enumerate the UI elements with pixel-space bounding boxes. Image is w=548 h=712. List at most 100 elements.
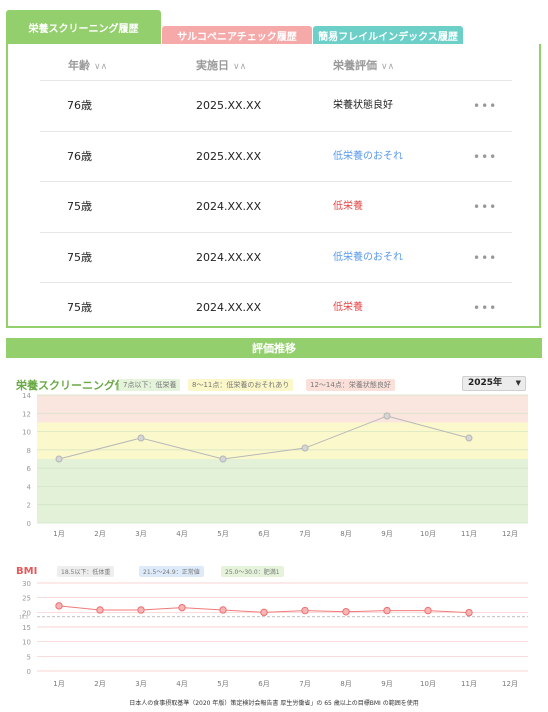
data-point [301, 444, 309, 452]
column-header-date[interactable]: 実施日 ∨∧ [196, 57, 246, 73]
data-point [96, 606, 104, 614]
x-tick-label: 3月 [135, 680, 146, 688]
table-row[interactable]: 76歳 2025.XX.XX 栄養状態良好 ••• [40, 80, 512, 130]
y-tick-label: 5 [27, 653, 31, 661]
data-point [342, 608, 350, 616]
cell-date: 2024.XX.XX [196, 301, 262, 314]
y-tick-label: 30 [22, 580, 31, 588]
column-header-date-label: 実施日 [196, 59, 229, 72]
cell-age: 75歳 [67, 200, 92, 213]
cell-age: 75歳 [67, 250, 92, 264]
table-header: 年齢 ∨∧ 実施日 ∨∧ 栄養評価 ∨∧ [8, 44, 539, 80]
more-options-icon[interactable]: ••• [473, 233, 497, 283]
y-tick-label: 10 [22, 639, 31, 647]
x-tick-label: 3月 [135, 530, 146, 538]
y-tick-label: 4 [27, 483, 32, 491]
table-row[interactable]: 75歳 2024.XX.XX 低栄養 ••• [40, 282, 512, 326]
data-point [383, 606, 391, 615]
column-header-evaluation-label: 栄養評価 [333, 59, 377, 72]
cell-date: 2024.XX.XX [196, 250, 262, 264]
x-tick-label: 4月 [176, 530, 187, 538]
cell-age: 76歳 [67, 99, 92, 112]
data-point [301, 606, 309, 615]
chart-band [37, 395, 528, 423]
history-tabs: 栄養スクリーニング履歴 サルコペニアチェック履歴 簡易フレイルインデックス履歴 [6, 10, 542, 45]
x-tick-label: 5月 [217, 680, 228, 688]
data-point [465, 434, 473, 442]
table-row[interactable]: 75歳 2024.XX.XX 低栄養のおそれ ••• [40, 231, 512, 283]
x-tick-label: 2月 [94, 680, 105, 688]
data-point [383, 412, 391, 420]
data-point [137, 434, 145, 442]
data-point [178, 603, 186, 612]
data-point [424, 606, 432, 615]
tab-nutrition-screening-history[interactable]: 栄養スクリーニング履歴 [6, 10, 161, 45]
x-tick-label: 8月 [340, 680, 351, 688]
year-select[interactable]: 2025年 ▼ [462, 376, 526, 391]
data-point [219, 606, 227, 614]
data-point [55, 602, 63, 610]
chevron-down-icon: ▼ [515, 379, 521, 387]
cell-age: 76歳 [67, 149, 92, 163]
evaluation-trend-header: 評価推移 [6, 338, 542, 358]
data-point [55, 455, 63, 463]
x-tick-label: 1月 [53, 680, 64, 688]
table-row[interactable]: 75歳 2024.XX.XX 低栄養 ••• [40, 181, 512, 231]
x-tick-label: 10月 [420, 530, 436, 538]
sort-icon[interactable]: ∨∧ [233, 62, 246, 72]
history-table-panel: 年齢 ∨∧ 実施日 ∨∧ 栄養評価 ∨∧ 76歳 2025.XX.XX 栄養状態良好 •••… [6, 44, 541, 328]
chart-band [37, 422, 528, 459]
data-point [137, 606, 145, 614]
x-tick-label: 4月 [176, 680, 187, 688]
tab-frailty-index-history[interactable]: 簡易フレイルインデックス履歴 [313, 26, 463, 45]
y-tick-label: 14 [22, 392, 31, 400]
y-tick-label: 0 [27, 668, 31, 676]
more-options-icon[interactable]: ••• [473, 132, 497, 182]
x-tick-label: 7月 [299, 530, 310, 538]
sort-icon[interactable]: ∨∧ [381, 62, 394, 72]
y-tick-label: 15 [22, 624, 31, 632]
reference-line-label: 18.5 [19, 615, 28, 620]
more-options-icon[interactable]: ••• [473, 81, 497, 131]
y-tick-label: 25 [22, 595, 31, 603]
bmi-footnote: 日本人の食事摂取基準（2020 年版）策定検討会報告書 厚生労働省」の 65 歳… [129, 700, 419, 707]
y-tick-label: 0 [27, 520, 31, 528]
x-tick-label: 6月 [258, 680, 269, 688]
x-tick-label: 11月 [461, 530, 477, 538]
cell-evaluation: 低栄養 [333, 201, 363, 212]
screening-chart: 0 2 4 6 8 10 12 14 1月 2月 3月 4月 5月 6月 7月 8月 9月 10月 11月 12月 [22, 392, 528, 538]
x-tick-label: 11月 [461, 680, 477, 688]
x-tick-label: 7月 [299, 680, 310, 688]
x-tick-label: 10月 [420, 680, 436, 688]
x-tick-label: 9月 [381, 680, 392, 688]
cell-evaluation: 低栄養のおそれ [333, 251, 403, 263]
y-tick-label: 2 [27, 502, 31, 510]
more-options-icon[interactable]: ••• [473, 283, 497, 326]
table-row[interactable]: 76歳 2025.XX.XX 低栄養のおそれ ••• [40, 130, 512, 182]
cell-date: 2024.XX.XX [196, 200, 262, 213]
sort-icon[interactable]: ∨∧ [94, 62, 107, 72]
tab-sarcopenia-check-history[interactable]: サルコペニアチェック履歴 [162, 26, 312, 45]
cell-date: 2025.XX.XX [196, 99, 262, 112]
x-tick-label: 5月 [217, 530, 228, 538]
y-tick-label: 12 [22, 410, 31, 418]
x-tick-label: 12月 [502, 680, 518, 688]
x-tick-label: 6月 [258, 530, 269, 538]
y-tick-label: 8 [27, 447, 31, 455]
data-point [219, 455, 227, 463]
bmi-chart: 05101520253018.51月 2月 3月 4月 5月 6月 7月 8月 9月 10月 11月… [19, 580, 528, 688]
x-tick-label: 9月 [381, 530, 392, 538]
cell-date: 2025.XX.XX [196, 149, 262, 163]
more-options-icon[interactable]: ••• [473, 182, 497, 232]
cell-evaluation: 低栄養 [333, 302, 363, 313]
year-select-value: 2025年 [468, 378, 503, 388]
x-tick-label: 2月 [94, 530, 105, 538]
x-tick-label: 1月 [53, 530, 64, 538]
data-point [465, 608, 473, 617]
data-point [260, 608, 268, 617]
column-header-age[interactable]: 年齢 ∨∧ [68, 57, 107, 73]
column-header-evaluation[interactable]: 栄養評価 ∨∧ [333, 57, 394, 73]
x-tick-label: 8月 [340, 530, 351, 538]
cell-evaluation: 低栄養のおそれ [333, 150, 403, 162]
column-header-age-label: 年齢 [68, 59, 90, 72]
